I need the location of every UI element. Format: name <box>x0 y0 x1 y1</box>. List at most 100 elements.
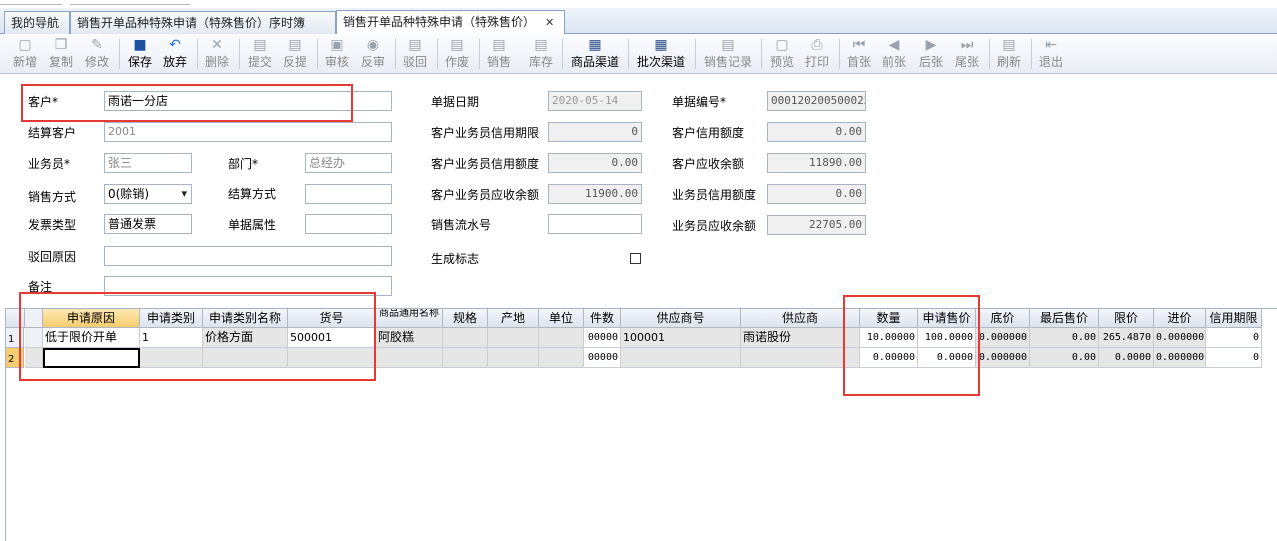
table-cell[interactable]: 0.00 <box>1030 328 1099 348</box>
col-header-category[interactable]: 申请类别 <box>140 309 203 328</box>
table-cell[interactable]: 0.00000 <box>860 348 918 368</box>
settle-mode-field[interactable] <box>305 184 392 204</box>
table-cell[interactable]: 0.0000 <box>1099 348 1154 368</box>
row-header[interactable]: 2 <box>6 348 24 368</box>
table-cell[interactable] <box>203 348 288 368</box>
settle-customer-field[interactable]: 2001 <box>104 122 392 142</box>
table-cell[interactable] <box>488 328 539 348</box>
table-cell[interactable]: 雨诺股份 <box>741 328 860 348</box>
refresh-button[interactable]: ▤ 刷新 <box>992 36 1026 72</box>
doc-date-field[interactable]: 2020-05-14 <box>548 91 642 111</box>
tab-special-request-list[interactable]: 销售开单品种特殊申请（特殊售价）序时簿 <box>70 11 336 34</box>
row-header[interactable]: 1 <box>6 328 24 348</box>
tab-special-request-form[interactable]: 销售开单品种特殊申请（特殊售价） ✕ <box>336 10 565 34</box>
table-cell[interactable]: 10.00000 <box>860 328 918 348</box>
table-cell[interactable] <box>288 348 376 368</box>
print-button[interactable]: ⎙ 打印 <box>800 36 834 72</box>
table-cell[interactable] <box>539 328 584 348</box>
exit-button[interactable]: ⇤ 退出 <box>1034 36 1068 72</box>
table-cell[interactable]: 0 <box>1206 328 1262 348</box>
sales-mode-select[interactable]: 0(赊销) <box>104 184 192 204</box>
table-cell[interactable]: 100.0000 <box>918 328 976 348</box>
table-cell[interactable]: 00000 <box>584 328 621 348</box>
table-cell[interactable] <box>621 348 741 368</box>
table-cell[interactable]: 0.00 <box>1030 348 1099 368</box>
col-header-unit[interactable]: 单位 <box>539 309 584 328</box>
close-icon[interactable]: ✕ <box>545 16 554 29</box>
gen-flag-checkbox[interactable] <box>630 253 641 264</box>
col-header-last-price[interactable]: 最后售价 <box>1030 309 1099 328</box>
table-cell[interactable]: 0.000000 <box>976 328 1030 348</box>
salesman-field[interactable]: 张三 <box>104 153 192 173</box>
table-cell[interactable] <box>488 348 539 368</box>
table-cell[interactable] <box>376 348 443 368</box>
col-header-item-no[interactable]: 货号 <box>288 309 376 328</box>
edit-button[interactable]: ✎ 修改 <box>80 36 114 72</box>
table-cell[interactable]: 0 <box>1206 348 1262 368</box>
col-header-quantity[interactable]: 数量 <box>860 309 918 328</box>
last-button[interactable]: ⏭ 尾张 <box>950 36 984 72</box>
first-button[interactable]: ⏮ 首张 <box>842 36 876 72</box>
table-cell[interactable]: 0.000000 <box>1154 328 1206 348</box>
void-button[interactable]: ▤ 作废 <box>440 36 474 72</box>
audit-button[interactable]: ▣ 审核 <box>320 36 354 72</box>
product-channel-button[interactable]: ▦ 商品渠道 <box>566 36 624 72</box>
save-button[interactable]: ■ 保存 <box>123 36 157 72</box>
reject-button[interactable]: ▤ 驳回 <box>398 36 432 72</box>
table-cell[interactable]: 0.000000 <box>1154 348 1206 368</box>
sales-record-button[interactable]: ▤ 销售记录 <box>700 36 756 72</box>
col-header-request-price[interactable]: 申请售价 <box>918 309 976 328</box>
table-cell[interactable] <box>443 328 488 348</box>
serial-field[interactable] <box>548 214 642 234</box>
unaudit-button[interactable]: ◉ 反审 <box>356 36 390 72</box>
table-cell[interactable]: 0.000000 <box>976 348 1030 368</box>
col-header-floor-price[interactable]: 底价 <box>976 309 1030 328</box>
table-cell[interactable]: 价格方面 <box>203 328 288 348</box>
preview-button[interactable]: ▢ 预览 <box>765 36 799 72</box>
batch-channel-button[interactable]: ▦ 批次渠道 <box>632 36 690 72</box>
col-header-supplier[interactable]: 供应商 <box>741 309 860 328</box>
table-cell[interactable] <box>140 348 203 368</box>
col-header-cost-price[interactable]: 进价 <box>1154 309 1206 328</box>
next-button[interactable]: ▶ 后张 <box>914 36 948 72</box>
table-cell[interactable]: 低于限价开单 <box>43 328 140 348</box>
delete-button[interactable]: ✕ 删除 <box>200 36 234 72</box>
table-cell[interactable]: 100001 <box>621 328 741 348</box>
col-header-limit-price[interactable]: 限价 <box>1099 309 1154 328</box>
sales-button[interactable]: ▤ 销售 <box>482 36 516 72</box>
reject-reason-field[interactable] <box>104 246 392 266</box>
col-header-category-name[interactable]: 申请类别名称 <box>203 309 288 328</box>
col-header-credit-term[interactable]: 信用期限 <box>1206 309 1262 328</box>
table-cell[interactable] <box>741 348 860 368</box>
stock-button[interactable]: ▤ 库存 <box>524 36 558 72</box>
col-header-spec[interactable]: 规格 <box>443 309 488 328</box>
col-header-pieces[interactable]: 件数 <box>584 309 621 328</box>
new-button[interactable]: ▢ 新增 <box>8 36 42 72</box>
table-cell[interactable]: 500001 <box>288 328 376 348</box>
customer-field[interactable]: 雨诺一分店 <box>104 91 392 111</box>
copy-button[interactable]: ❐ 复制 <box>44 36 78 72</box>
remark-label: 备注 <box>28 280 53 294</box>
prev-button[interactable]: ◀ 前张 <box>877 36 911 72</box>
table-cell[interactable]: 0.0000 <box>918 348 976 368</box>
table-cell[interactable]: 阿胶糕 <box>376 328 443 348</box>
col-header-generic-name[interactable]: 商品通用名称 <box>376 309 443 328</box>
table-cell[interactable] <box>539 348 584 368</box>
unsubmit-button[interactable]: ▤ 反提 <box>278 36 312 72</box>
submit-button[interactable]: ▤ 提交 <box>243 36 277 72</box>
col-header-reason[interactable]: 申请原因 <box>43 309 140 328</box>
discard-button[interactable]: ↶ 放弃 <box>158 36 192 72</box>
table-cell[interactable] <box>443 348 488 368</box>
tab-my-navigation[interactable]: 我的导航 <box>4 11 70 34</box>
dept-field[interactable]: 总经办 <box>305 153 392 173</box>
table-cell[interactable]: 00000 <box>584 348 621 368</box>
col-header-origin[interactable]: 产地 <box>488 309 539 328</box>
table-cell-selected[interactable] <box>43 348 140 368</box>
table-cell[interactable]: 1 <box>140 328 203 348</box>
col-header-supplier-no[interactable]: 供应商号 <box>621 309 741 328</box>
doc-attr-field[interactable] <box>305 214 392 234</box>
table-cell[interactable]: 265.4870 <box>1099 328 1154 348</box>
invoice-type-field[interactable]: 普通发票 <box>104 214 192 234</box>
sm-credit-field: 0.00 <box>767 184 866 204</box>
remark-field[interactable] <box>104 276 392 296</box>
